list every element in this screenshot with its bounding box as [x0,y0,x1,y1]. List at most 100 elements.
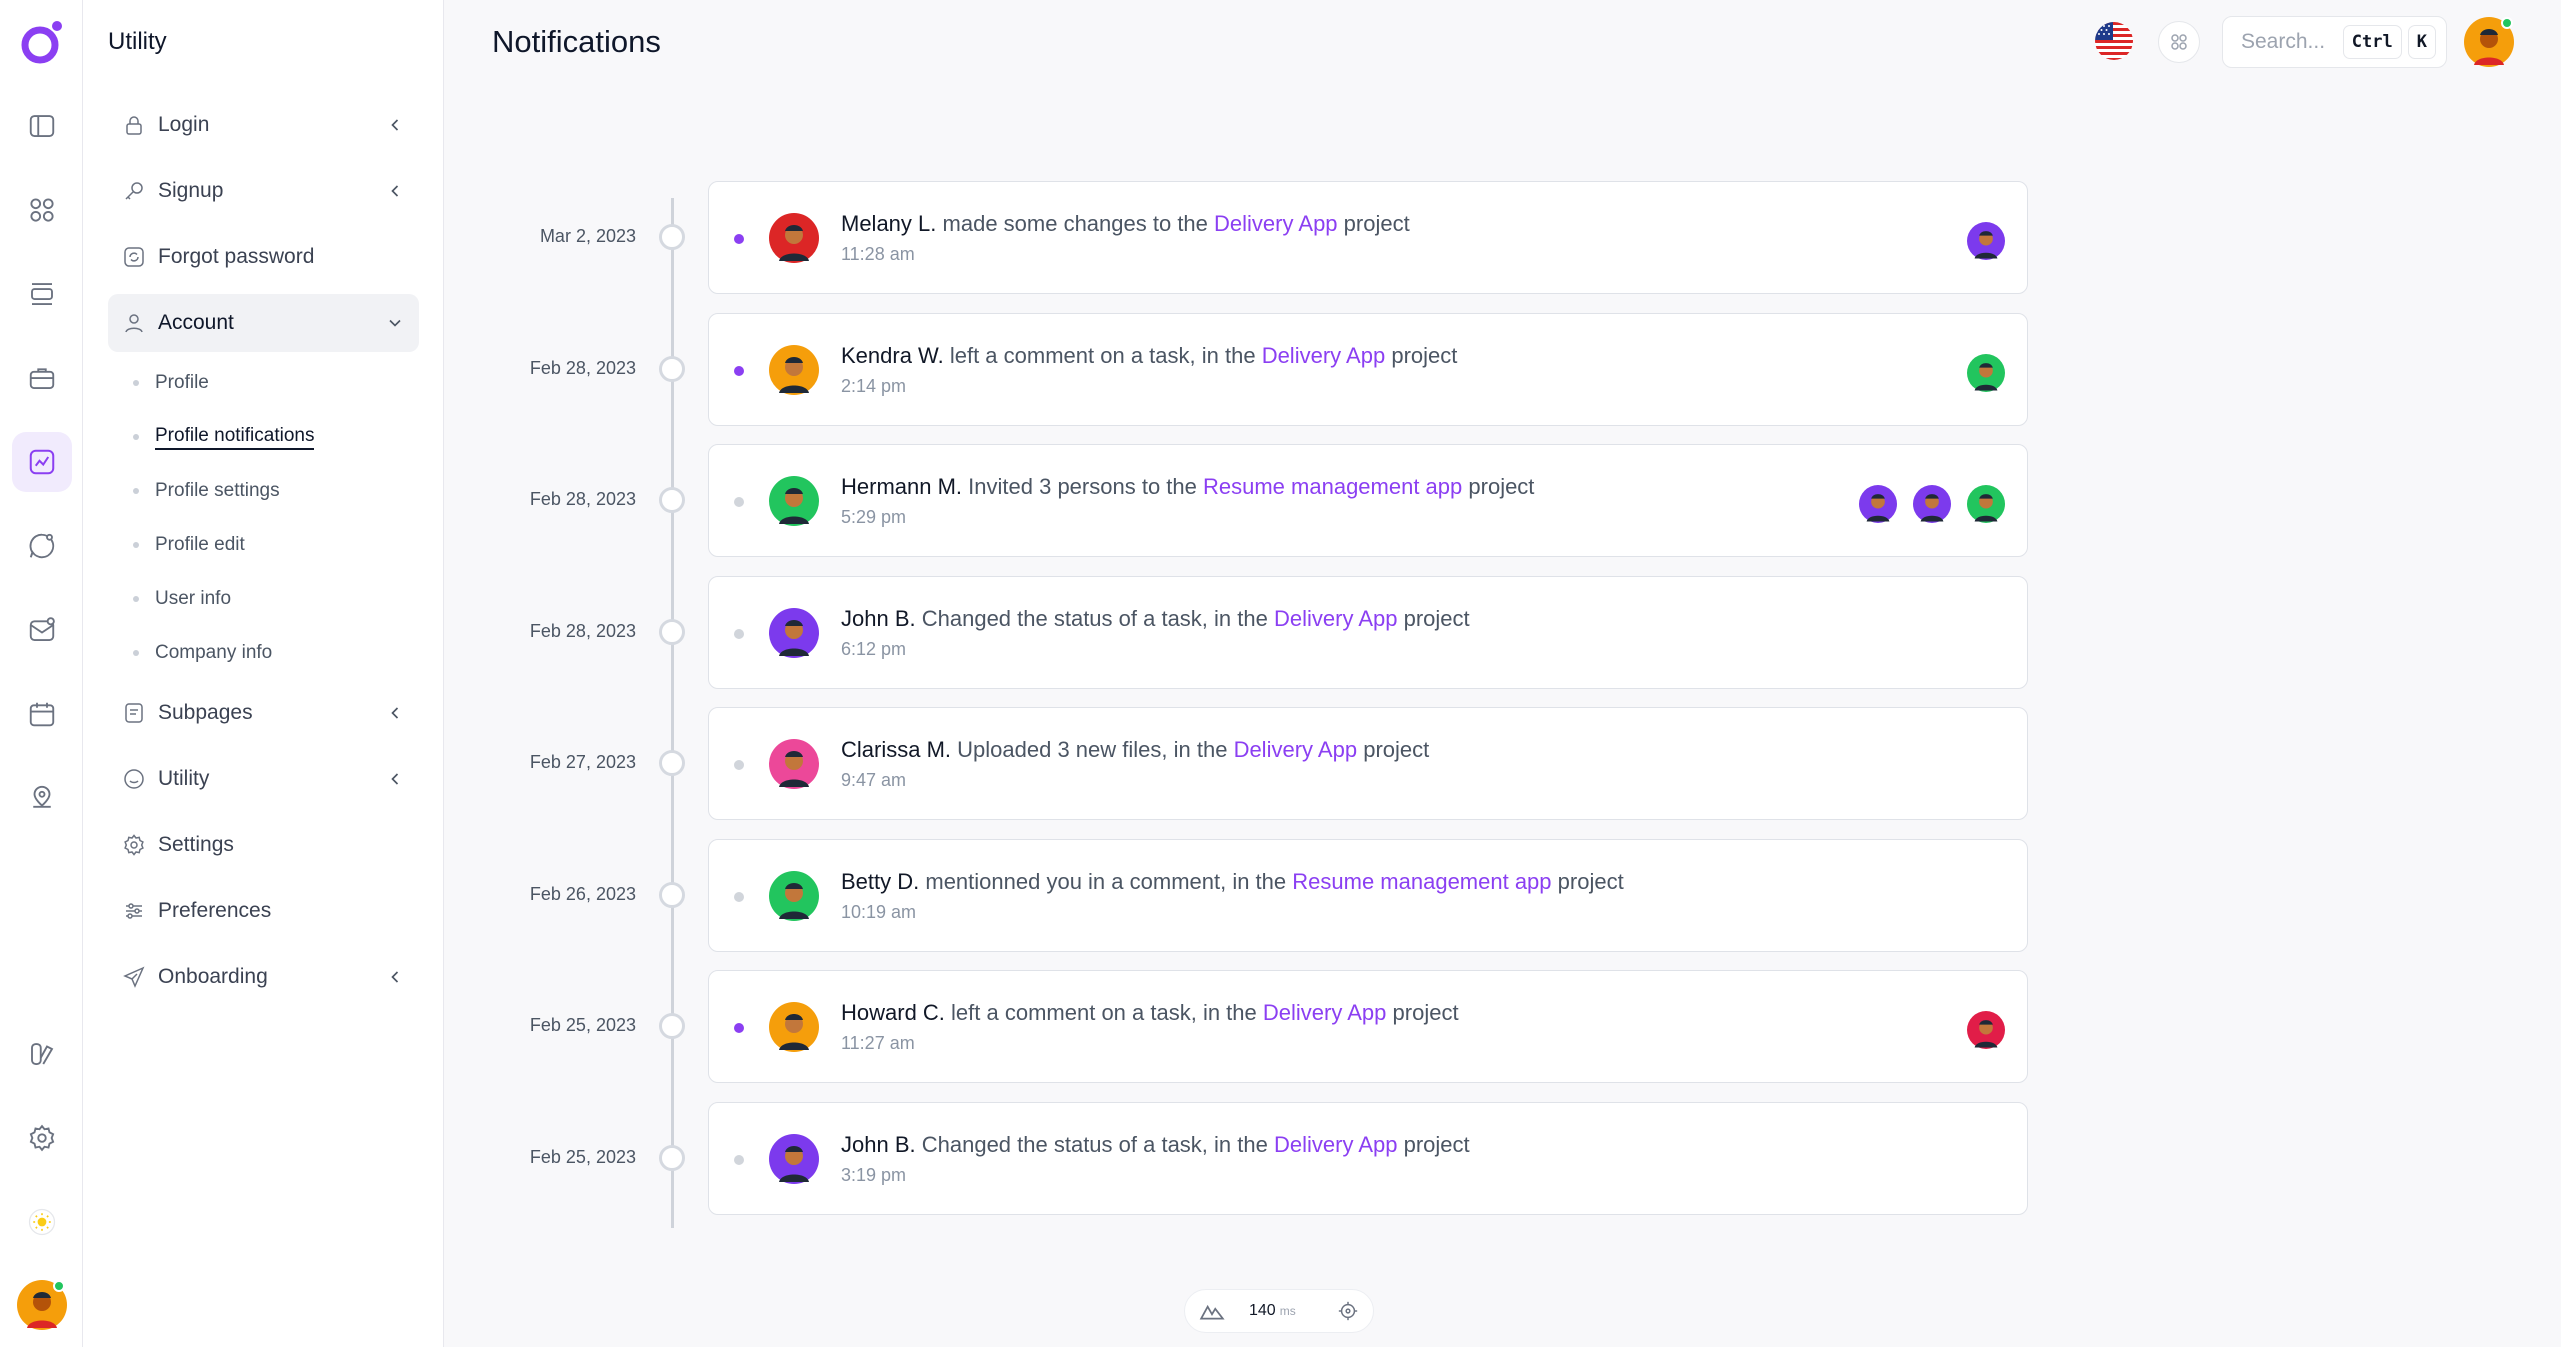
user-avatar[interactable] [769,607,819,658]
menu-item-label: Utility [158,767,210,790]
user-avatar[interactable] [769,213,819,263]
sub-item-company-info[interactable]: Company info [133,636,272,670]
sidebar-toggle-icon[interactable] [12,96,72,156]
apps-button[interactable] [2158,21,2200,63]
project-link[interactable]: Resume management app [1203,474,1462,499]
chevron-down-icon [385,313,405,333]
notification-suffix: project [1403,605,1470,631]
notification-time: 11:27 am [841,1033,915,1053]
notification-text: Hermann M. Invited 3 persons to the Resu… [841,474,1534,500]
icon-rail [0,0,83,1347]
menu-item-signup[interactable]: Signup [108,162,419,220]
user-icon [122,311,146,335]
search-placeholder: Search... [2241,30,2326,53]
app-logo-icon[interactable] [18,18,66,66]
participant-avatar[interactable] [1967,222,2005,260]
layouts-icon[interactable] [12,264,72,324]
notification-card[interactable]: Melany L. made some changes to the Deliv… [708,181,2028,294]
notification-user-name[interactable]: Howard C. [841,1000,945,1025]
user-avatar[interactable] [769,476,819,526]
lock-icon [122,113,146,137]
notification-user-name[interactable]: Hermann M. [841,474,962,499]
notification-card[interactable]: Betty D. mentionned you in a comment, in… [708,838,2028,952]
sliders-icon [122,899,146,923]
sub-item-profile[interactable]: Profile [133,366,209,400]
menu-item-account[interactable]: Account [108,294,419,352]
project-link[interactable]: Delivery App [1214,211,1338,236]
participant-avatar[interactable] [1859,485,1897,523]
gear-icon[interactable] [12,1108,72,1168]
crosshair-icon[interactable] [1337,1300,1359,1322]
inbox-icon[interactable] [12,600,72,660]
notification-user-name[interactable]: Kendra W. [841,343,944,368]
sub-item-profile-settings[interactable]: Profile settings [133,474,280,508]
timeline-node [659,1144,685,1171]
search-input[interactable]: Search... Ctrl K [2222,16,2447,68]
sub-item-profile-edit[interactable]: Profile edit [133,528,245,562]
briefcase-icon[interactable] [12,348,72,408]
notification-card[interactable]: John B. Changed the status of a task, in… [708,1101,2028,1215]
chat-icon[interactable] [12,516,72,576]
timeline-node [659,487,685,513]
project-link[interactable]: Delivery App [1274,606,1398,631]
menu-item-utility[interactable]: Utility [108,750,419,808]
unread-indicator [734,1023,744,1033]
unread-indicator [734,628,744,639]
participant-avatar[interactable] [1967,1011,2005,1049]
user-avatar[interactable] [769,1133,819,1184]
menu-item-label: Account [158,311,234,334]
project-link[interactable]: Delivery App [1263,1000,1387,1025]
user-avatar[interactable] [769,870,819,921]
project-link[interactable]: Delivery App [1234,737,1358,762]
notification-user-name[interactable]: Clarissa M. [841,737,951,762]
participant-avatar[interactable] [1913,485,1951,523]
dashboards-icon[interactable] [12,180,72,240]
menu-item-preferences[interactable]: Preferences [108,882,419,940]
map-pin-icon[interactable] [12,768,72,828]
notification-user-name[interactable]: Betty D. [841,869,919,894]
perf-unit: ms [1279,1304,1296,1318]
us-flag-icon[interactable] [2095,22,2133,60]
notification-action: Changed the status of a task, in the [921,605,1268,631]
project-link[interactable]: Delivery App [1262,343,1386,368]
timeline-date: Mar 2, 2023 [539,226,636,246]
menu-item-login[interactable]: Login [108,96,419,154]
participant-avatar[interactable] [1967,353,2005,392]
chevron-left-icon [385,181,405,201]
notification-card[interactable]: Kendra W. left a comment on a task, in t… [708,312,2028,426]
notification-card[interactable]: Hermann M. Invited 3 persons to the Resu… [708,444,2028,557]
menu-item-subpages[interactable]: Subpages [108,684,419,742]
key-icon [122,179,146,203]
notification-time: 2:14 pm [841,375,907,396]
sub-item-profile-notifications[interactable]: Profile notifications [133,420,315,454]
user-avatar[interactable] [769,739,819,789]
user-avatar[interactable] [17,1280,67,1330]
notification-card[interactable]: John B. Changed the status of a task, in… [708,575,2028,689]
sub-item-user-info[interactable]: User info [133,582,231,616]
user-avatar[interactable] [769,1002,819,1052]
notification-user-name[interactable]: John B. [841,1132,916,1157]
timeline-date: Feb 28, 2023 [529,357,636,378]
notification-card[interactable]: Clarissa M. Uploaded 3 new files, in the… [708,707,2028,820]
notification-text: John B. Changed the status of a task, in… [841,606,1470,632]
notification-card[interactable]: Howard C. left a comment on a task, in t… [708,970,2028,1083]
menu-item-onboarding[interactable]: Onboarding [108,948,419,1006]
notification-time: 9:47 am [841,770,907,790]
notification-time: 11:28 am [841,244,915,264]
components-icon[interactable] [12,1024,72,1084]
project-link[interactable]: Resume management app [1292,869,1551,894]
project-link[interactable]: Delivery App [1274,1132,1398,1157]
calendar-icon[interactable] [12,684,72,744]
menu-item-forgot-password[interactable]: Forgot password [108,228,419,286]
header-avatar[interactable] [2464,17,2514,67]
perf-indicator[interactable]: 140 ms [1184,1289,1374,1333]
user-avatar[interactable] [769,344,819,395]
notification-action: Invited 3 persons to the [968,474,1197,499]
chart-icon[interactable] [12,432,72,492]
menu-item-settings[interactable]: Settings [108,816,419,874]
notification-user-name[interactable]: Melany L. [841,211,936,236]
theme-toggle-icon[interactable] [12,1192,72,1252]
kbd-k: K [2407,25,2436,59]
participant-avatar[interactable] [1967,485,2005,523]
notification-user-name[interactable]: John B. [841,606,916,631]
